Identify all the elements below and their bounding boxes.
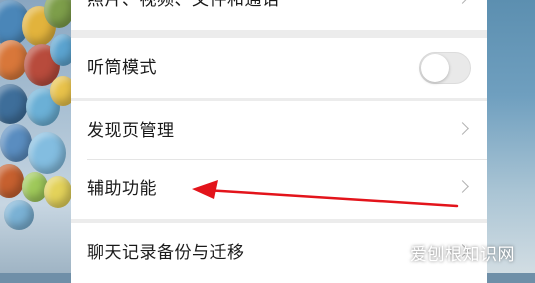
- watermark: 爱刨根知识网: [392, 242, 515, 268]
- watermark-text: 爱刨根知识网: [410, 245, 515, 265]
- settings-group-discover: 发现页管理 辅助功能: [71, 101, 487, 219]
- chevron-right-icon: [456, 0, 469, 4]
- settings-panel: 照片、视频、文件和通话 听筒模式 发现页管理 辅助功能 聊天记录备份与迁移: [71, 0, 487, 283]
- chevron-right-icon: [456, 180, 469, 193]
- chevron-right-icon: [456, 122, 469, 135]
- balloons-image: [0, 0, 72, 273]
- row-label: 聊天记录备份与迁移: [87, 243, 245, 263]
- settings-group-media: 照片、视频、文件和通话: [71, 0, 487, 30]
- toggle-knob: [421, 54, 449, 82]
- earpiece-mode-toggle[interactable]: [419, 52, 471, 84]
- row-label: 辅助功能: [87, 179, 157, 199]
- settings-group-earpiece: 听筒模式: [71, 38, 487, 98]
- row-accessibility[interactable]: 辅助功能: [71, 159, 487, 219]
- sky-background: [487, 0, 535, 273]
- row-media-settings[interactable]: 照片、视频、文件和通话: [71, 0, 487, 30]
- row-label: 照片、视频、文件和通话: [87, 0, 280, 10]
- row-discover-management[interactable]: 发现页管理: [71, 101, 487, 161]
- row-label: 听筒模式: [87, 58, 157, 78]
- row-earpiece-mode: 听筒模式: [71, 38, 487, 98]
- watermark-logo-icon: [392, 246, 406, 262]
- row-label: 发现页管理: [87, 121, 175, 141]
